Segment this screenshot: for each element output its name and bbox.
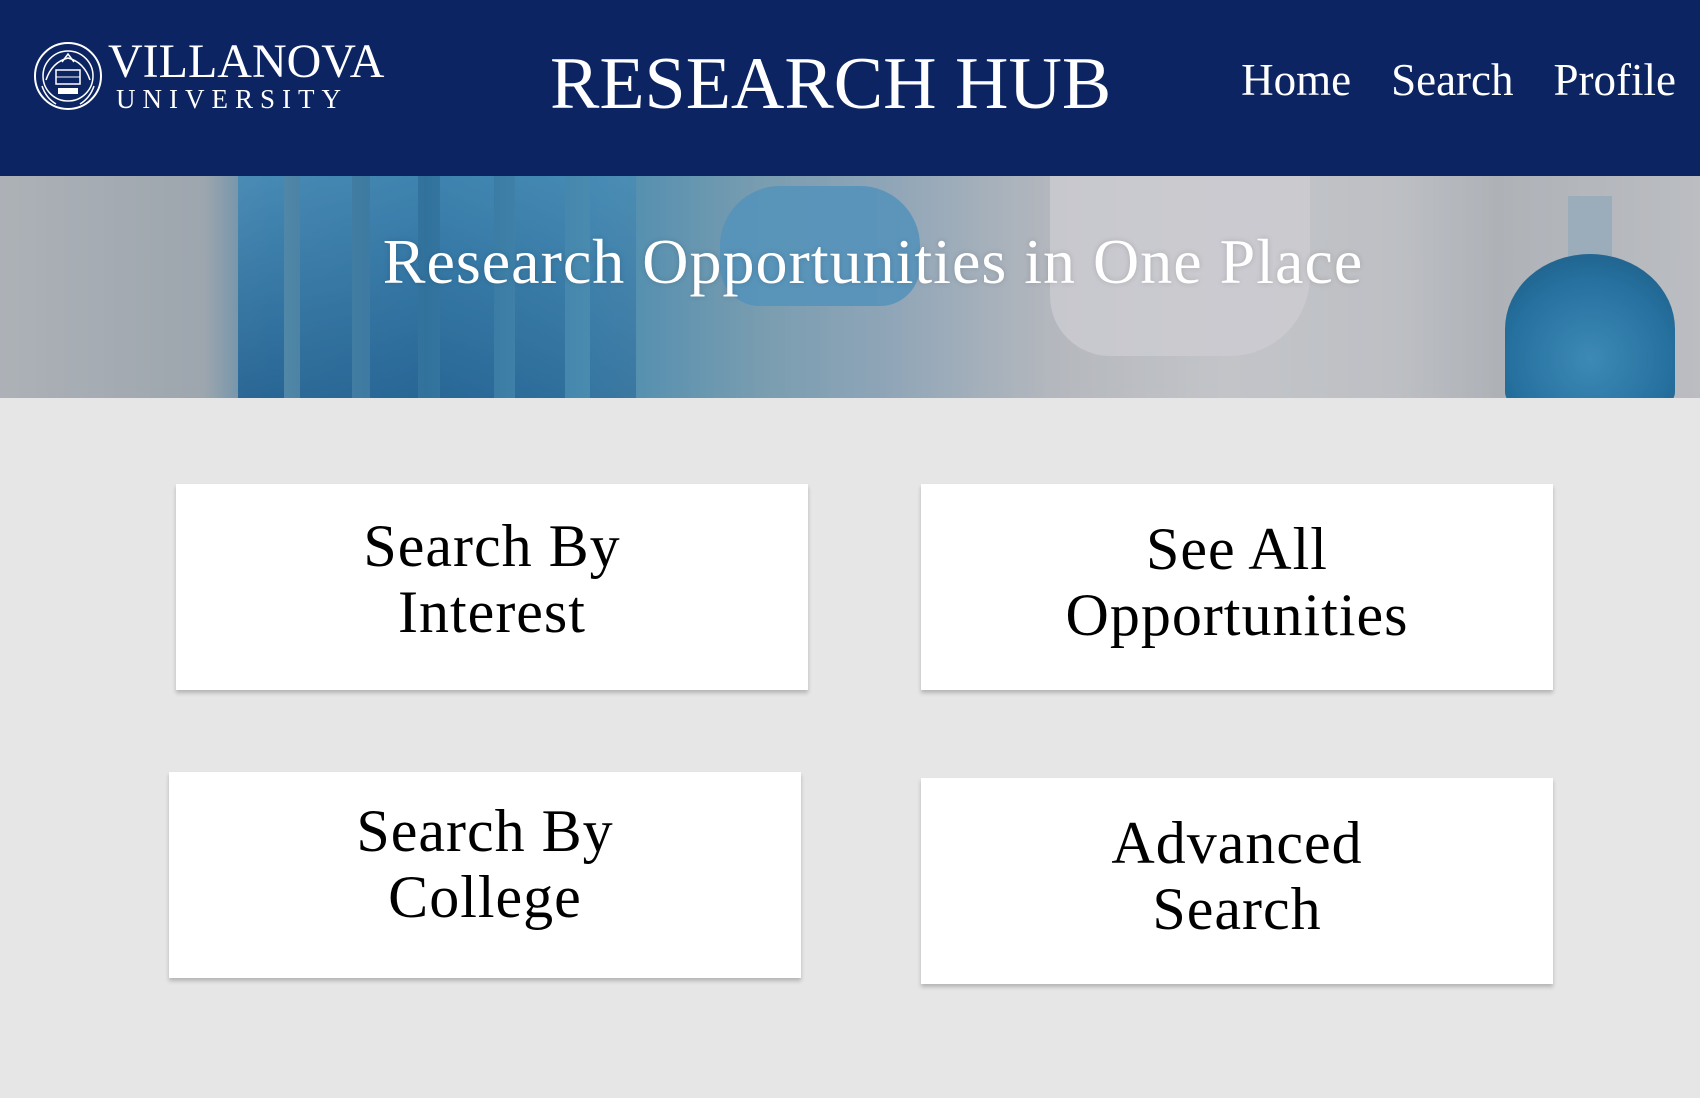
hero-banner: Research Opportunities in One Place bbox=[0, 176, 1700, 398]
site-header: VILLANOVA UNIVERSITY RESEARCH HUB Home S… bbox=[0, 0, 1700, 176]
nav-home[interactable]: Home bbox=[1241, 52, 1351, 108]
nav-profile[interactable]: Profile bbox=[1554, 52, 1676, 108]
university-seal-icon bbox=[34, 42, 102, 110]
logo-subtitle: UNIVERSITY bbox=[116, 84, 348, 114]
advanced-search-card[interactable]: Advanced Search bbox=[921, 778, 1553, 984]
card-label: See All Opportunities bbox=[1065, 516, 1409, 648]
nav-search[interactable]: Search bbox=[1391, 52, 1513, 108]
main-nav: Home Search Profile bbox=[1241, 52, 1676, 108]
villanova-logo[interactable]: VILLANOVA UNIVERSITY bbox=[32, 35, 412, 114]
search-by-interest-card[interactable]: Search By Interest bbox=[176, 484, 808, 690]
see-all-opportunities-card[interactable]: See All Opportunities bbox=[921, 484, 1553, 690]
card-label: Advanced Search bbox=[1111, 810, 1363, 942]
site-title: RESEARCH HUB bbox=[550, 43, 1112, 125]
search-by-college-card[interactable]: Search By College bbox=[169, 772, 801, 978]
card-label: Search By Interest bbox=[363, 513, 621, 645]
card-label: Search By College bbox=[356, 798, 614, 930]
hero-title: Research Opportunities in One Place bbox=[382, 226, 1364, 297]
logo-name: VILLANOVA bbox=[108, 35, 385, 88]
